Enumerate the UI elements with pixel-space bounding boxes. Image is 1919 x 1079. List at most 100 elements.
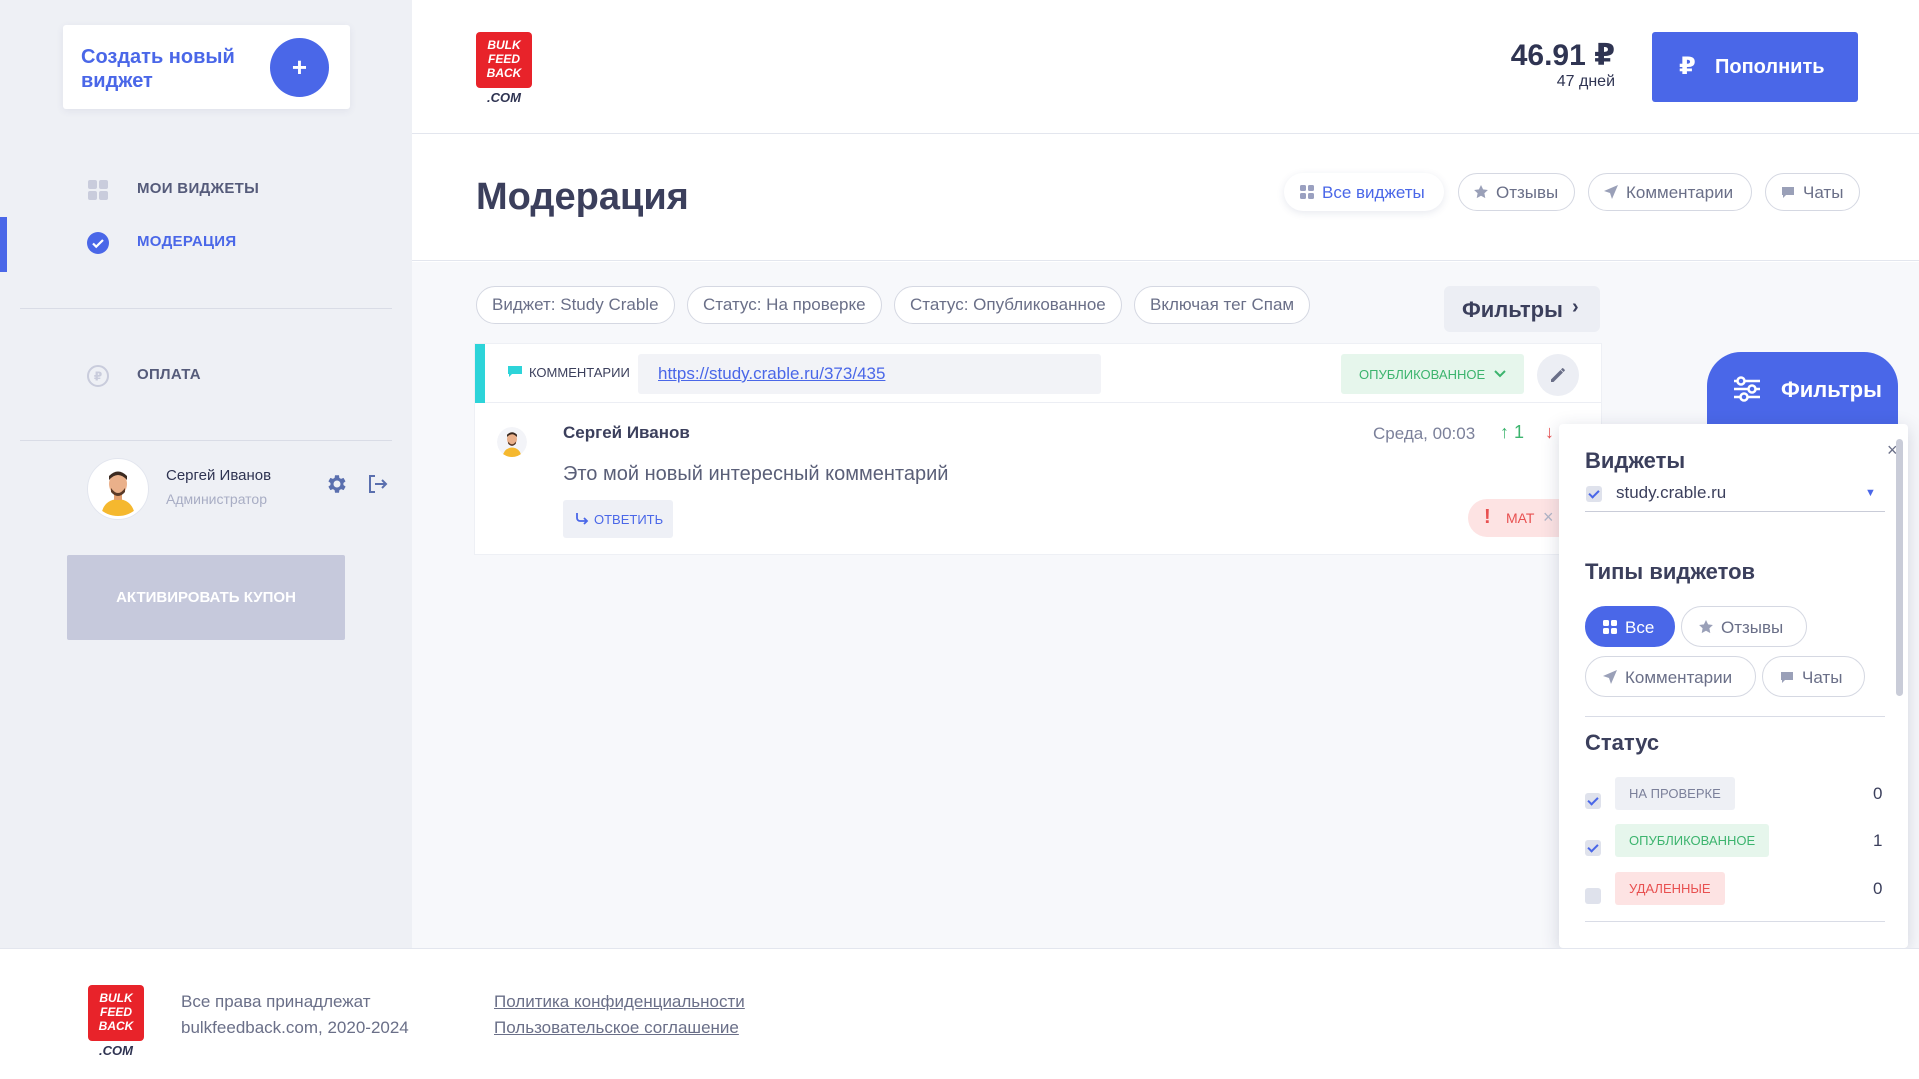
logo-suffix: .COM [99,1043,133,1058]
status-checkbox-deleted[interactable] [1585,888,1601,904]
comment-time: Среда, 00:03 [1373,424,1476,443]
create-widget-button[interactable]: + [270,38,329,97]
footer-logo[interactable]: BULK FEED BACK .COM [88,985,144,1058]
filter-type-all[interactable]: Все [1585,606,1675,647]
grid-icon [1300,185,1314,199]
comment-url-box: https://study.crable.ru/373/435 [638,354,1101,394]
tab-all-widgets[interactable]: Все виджеты [1284,173,1444,211]
type-label: Отзывы [1721,618,1784,637]
comment-author: Сергей Иванов [563,423,690,442]
status-checkbox-review[interactable] [1585,793,1601,809]
logout-icon[interactable] [365,472,389,496]
widget-checkbox[interactable] [1586,486,1602,502]
filter-type-chats[interactable]: Чаты [1762,656,1865,697]
check-circle-icon [87,232,109,254]
status-badge-deleted: УДАЛЕННЫЕ [1615,872,1725,905]
send-icon [1604,185,1618,199]
tab-label: Отзывы [1496,183,1559,202]
divider [1585,921,1885,922]
filter-chip-status-review[interactable]: Статус: На проверке [687,286,882,324]
sidebar-item-label: МОДЕРАЦИЯ [137,233,237,250]
vote-up[interactable]: ↑ 1 [1500,422,1524,443]
avatar-illustration [497,427,527,457]
reply-button[interactable]: ОТВЕТИТЬ [563,500,673,538]
type-label: Комментарии [1625,668,1733,687]
divider [20,440,392,441]
sidebar-item-payment[interactable]: ₽ ОПЛАТА [0,350,412,400]
status-count-published: 1 [1873,831,1883,850]
caret-down-icon: ▼ [1865,487,1876,499]
sidebar-item-label: ОПЛАТА [137,366,201,383]
filter-chip-spam-tag[interactable]: Включая тег Спам [1134,286,1311,324]
filter-type-reviews[interactable]: Отзывы [1681,606,1807,647]
chevron-down-icon [1494,370,1506,378]
balance-amount: 46.91 ₽ [1510,39,1615,72]
create-widget-card[interactable]: Создать новый виджет + [63,25,350,109]
widget-select-value: study.crable.ru [1616,483,1727,502]
terms-link[interactable]: Пользовательское соглашение [494,1015,745,1041]
balance-days: 47 дней [1556,73,1615,90]
scrollbar[interactable] [1896,439,1903,935]
status-heading: Статус [1585,730,1660,755]
filters-button[interactable]: Фильтры › [1444,286,1600,332]
grid-icon [1603,620,1617,634]
tab-label: Все виджеты [1322,183,1425,202]
tab-chats[interactable]: Чаты [1765,173,1860,211]
filters-label: Фильтры [1462,297,1563,322]
balance-display: 46.91 ₽ 47 дней [1400,38,1615,91]
tab-comments[interactable]: Комментарии [1588,173,1752,211]
type-label: Чаты [1802,668,1843,687]
type-label: Все [1625,618,1655,637]
comment-accent-bar [475,344,485,403]
filter-chip-status-published[interactable]: Статус: Опубликованное [894,286,1122,324]
status-checkbox-published[interactable] [1585,840,1601,856]
footer-copyright: Все права принадлежат bulkfeedback.com, … [181,989,409,1041]
privacy-policy-link[interactable]: Политика конфиденциальности [494,989,745,1015]
status-count-review: 0 [1873,784,1883,803]
page-title: Модерация [476,176,689,218]
svg-text:₽: ₽ [94,370,102,384]
gear-icon[interactable] [325,472,349,496]
user-role: Администратор [166,491,268,507]
tab-label: Чаты [1803,183,1844,202]
widgets-heading: Виджеты [1585,448,1686,473]
logo-suffix: .COM [487,90,521,105]
activate-coupon-button[interactable]: АКТИВИРОВАТЬ КУПОН [67,555,345,640]
sidebar-item-my-widgets[interactable]: МОИ ВИДЖЕТЫ [0,164,412,214]
remove-tag-icon[interactable]: × [1543,507,1554,528]
status-dropdown[interactable]: ОПУБЛИКОВАННОЕ [1341,354,1524,394]
scrollbar-thumb[interactable] [1896,439,1903,696]
topup-button[interactable]: ₽ Пополнить [1652,32,1858,102]
header-divider [412,133,1919,134]
tag-label: МАТ [1506,510,1535,526]
tab-reviews[interactable]: Отзывы [1458,173,1575,211]
comment-url-link[interactable]: https://study.crable.ru/373/435 [658,364,885,384]
sidebar-item-moderation[interactable]: МОДЕРАЦИЯ [0,217,412,272]
chat-icon [508,366,522,377]
filter-type-comments[interactable]: Комментарии [1585,656,1756,697]
create-widget-label[interactable]: Создать новый виджет [81,45,251,93]
logo[interactable]: BULK FEED BACK .COM [476,32,532,105]
star-icon [1699,620,1713,634]
avatar[interactable] [88,459,148,519]
edit-button[interactable] [1537,354,1579,396]
side-filters-label: Фильтры [1781,377,1882,402]
sidebar: Создать новый виджет + МОИ ВИДЖЕТЫ МОДЕР… [0,0,412,948]
status-badge-published: ОПУБЛИКОВАННОЕ [1615,824,1770,857]
side-filters-button[interactable]: Фильтры [1707,352,1898,427]
sidebar-item-label: МОИ ВИДЖЕТЫ [137,180,260,197]
chevron-right-icon: › [1572,296,1579,318]
send-icon [1603,670,1617,684]
logo-line: BACK [486,66,522,80]
user-name: Сергей Иванов [166,467,272,484]
status-label: ОПУБЛИКОВАННОЕ [1359,367,1486,382]
comment-type-label: КОММЕНТАРИИ [529,365,630,380]
divider [20,308,392,309]
divider [1585,716,1885,717]
widget-select[interactable]: study.crable.ru ▼ [1585,481,1885,512]
reply-icon [576,513,589,525]
sliders-icon [1734,376,1760,402]
filter-chip-widget[interactable]: Виджет: Study Crable [476,286,675,324]
title-divider [412,260,1919,261]
logo-mark: BULK FEED BACK [476,32,532,88]
